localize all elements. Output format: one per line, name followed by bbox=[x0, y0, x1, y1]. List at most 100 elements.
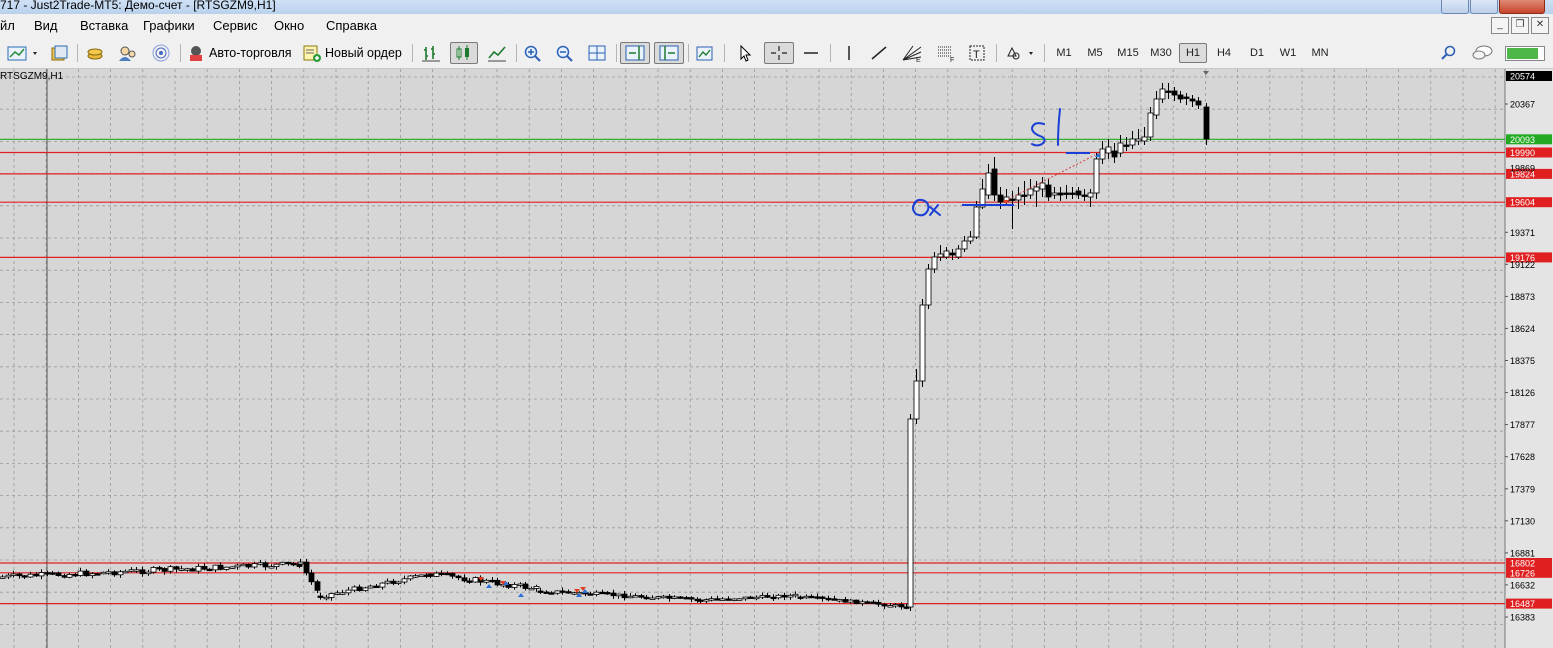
candle-body bbox=[234, 564, 241, 568]
candle-body bbox=[384, 580, 391, 584]
chart-shift-button[interactable] bbox=[620, 42, 650, 64]
price-chart[interactable]: SlOk 20093199901982419604191761680216726… bbox=[0, 69, 1553, 648]
zoom-in-button[interactable] bbox=[520, 42, 546, 64]
tile-windows-button[interactable] bbox=[584, 42, 610, 64]
candle-body bbox=[5, 574, 12, 578]
candle-body bbox=[991, 168, 998, 196]
candle-body bbox=[285, 561, 292, 565]
candle-body bbox=[223, 566, 230, 570]
y-tick-label: 16881 bbox=[1510, 548, 1535, 558]
candle-body bbox=[528, 588, 535, 591]
templates-button[interactable] bbox=[692, 42, 718, 64]
candle-body bbox=[1039, 182, 1046, 190]
candle-body bbox=[554, 590, 561, 594]
candle-body bbox=[708, 598, 715, 601]
search-button[interactable] bbox=[1436, 42, 1462, 64]
candle-body bbox=[1033, 186, 1040, 192]
trend-line-button[interactable] bbox=[866, 42, 892, 64]
profiles-button[interactable] bbox=[46, 42, 72, 64]
menu-view[interactable]: Вид bbox=[34, 18, 58, 33]
candle-body bbox=[83, 570, 90, 577]
line-chart-button[interactable] bbox=[484, 42, 510, 64]
candle-body bbox=[683, 597, 690, 600]
new-chart-button[interactable] bbox=[4, 42, 42, 64]
mdi-restore-button[interactable]: ❐ bbox=[1511, 17, 1529, 34]
candle-body bbox=[881, 603, 888, 607]
timeframe-m1[interactable]: M1 bbox=[1050, 43, 1078, 63]
candle-body bbox=[395, 581, 402, 584]
candle-body bbox=[367, 585, 374, 589]
line-chart-icon bbox=[488, 46, 506, 62]
vertical-line-button[interactable] bbox=[836, 42, 862, 64]
menu-insert[interactable]: Вставка bbox=[80, 18, 128, 33]
minimize-button[interactable] bbox=[1441, 0, 1469, 14]
candle-body bbox=[328, 593, 335, 598]
elliott-button[interactable]: E bbox=[898, 42, 926, 64]
candle-body bbox=[1063, 192, 1070, 195]
timeframe-h1[interactable]: H1 bbox=[1179, 43, 1207, 63]
cursor-button[interactable] bbox=[732, 42, 758, 64]
fibonacci-button[interactable]: F bbox=[932, 42, 960, 64]
candle-body bbox=[145, 571, 152, 575]
candle-body bbox=[317, 595, 324, 598]
menu-tools[interactable]: Сервис bbox=[213, 18, 258, 33]
candle-body bbox=[167, 566, 174, 572]
market-watch-button[interactable] bbox=[82, 42, 108, 64]
toolbar: Авто-торговля Новый ордер E F T M1 M5 M1… bbox=[0, 38, 1553, 69]
candle-body bbox=[1203, 106, 1210, 140]
candle-body bbox=[472, 577, 479, 583]
auto-scroll-button[interactable] bbox=[654, 42, 684, 64]
candlestick-chart-button[interactable] bbox=[450, 42, 478, 64]
chart-window[interactable]: SlOk 20093199901982419604191761680216726… bbox=[0, 69, 1553, 648]
bar-chart-button[interactable] bbox=[418, 42, 444, 64]
new-order-icon bbox=[303, 45, 321, 62]
navigator-button[interactable] bbox=[114, 42, 142, 64]
timeframe-m15[interactable]: M15 bbox=[1113, 43, 1143, 63]
menu-window[interactable]: Окно bbox=[274, 18, 304, 33]
candle-body bbox=[898, 604, 905, 608]
signals-button[interactable] bbox=[148, 42, 174, 64]
y-tick-label: 17628 bbox=[1510, 452, 1535, 462]
timeframe-mn[interactable]: MN bbox=[1306, 43, 1334, 63]
crosshair-button[interactable] bbox=[764, 42, 794, 64]
new-chart-icon bbox=[7, 46, 37, 61]
candle-body bbox=[427, 573, 434, 577]
timeframe-w1[interactable]: W1 bbox=[1274, 43, 1302, 63]
mdi-minimize-button[interactable]: _ bbox=[1491, 17, 1509, 34]
zoom-out-button[interactable] bbox=[552, 42, 578, 64]
candle-body bbox=[251, 563, 258, 568]
candle-body bbox=[819, 596, 826, 599]
timeframe-m30[interactable]: M30 bbox=[1146, 43, 1176, 63]
mdi-close-button[interactable]: ✕ bbox=[1531, 17, 1549, 34]
candle-body bbox=[719, 598, 726, 601]
timeframe-m5[interactable]: M5 bbox=[1081, 43, 1109, 63]
candle-body bbox=[610, 592, 617, 597]
chart-grid bbox=[0, 69, 1553, 648]
auto-trading-button[interactable]: Авто-торговля bbox=[186, 42, 296, 64]
menu-file[interactable]: йл bbox=[0, 18, 15, 33]
shapes-dropdown-button[interactable] bbox=[1002, 42, 1038, 64]
y-tick-label: 18873 bbox=[1510, 292, 1535, 302]
text-button[interactable]: T bbox=[964, 42, 990, 64]
timeframe-d1[interactable]: D1 bbox=[1243, 43, 1271, 63]
new-order-button[interactable]: Новый ордер bbox=[302, 42, 406, 64]
candle-body bbox=[814, 596, 821, 599]
candle-body bbox=[444, 572, 451, 576]
candle-body bbox=[660, 595, 667, 599]
menu-help[interactable]: Справка bbox=[326, 18, 377, 33]
close-button[interactable] bbox=[1499, 0, 1545, 14]
candle-body bbox=[792, 593, 799, 597]
timeframe-h4[interactable]: H4 bbox=[1210, 43, 1238, 63]
chat-button[interactable] bbox=[1468, 42, 1498, 64]
candle-body bbox=[89, 573, 96, 577]
maximize-button[interactable] bbox=[1470, 0, 1498, 14]
menu-charts[interactable]: Графики bbox=[143, 18, 195, 33]
title-bar: 717 - Just2Trade-MT5: Демо-счет - [RTSGZ… bbox=[0, 0, 1553, 14]
candle-body bbox=[973, 206, 980, 238]
candle-body bbox=[1087, 192, 1094, 198]
candle-body bbox=[1153, 98, 1160, 116]
y-tick-label: 19371 bbox=[1510, 228, 1535, 238]
candle-body bbox=[133, 569, 140, 572]
candle-body bbox=[111, 571, 118, 576]
horizontal-line-button[interactable] bbox=[798, 42, 824, 64]
